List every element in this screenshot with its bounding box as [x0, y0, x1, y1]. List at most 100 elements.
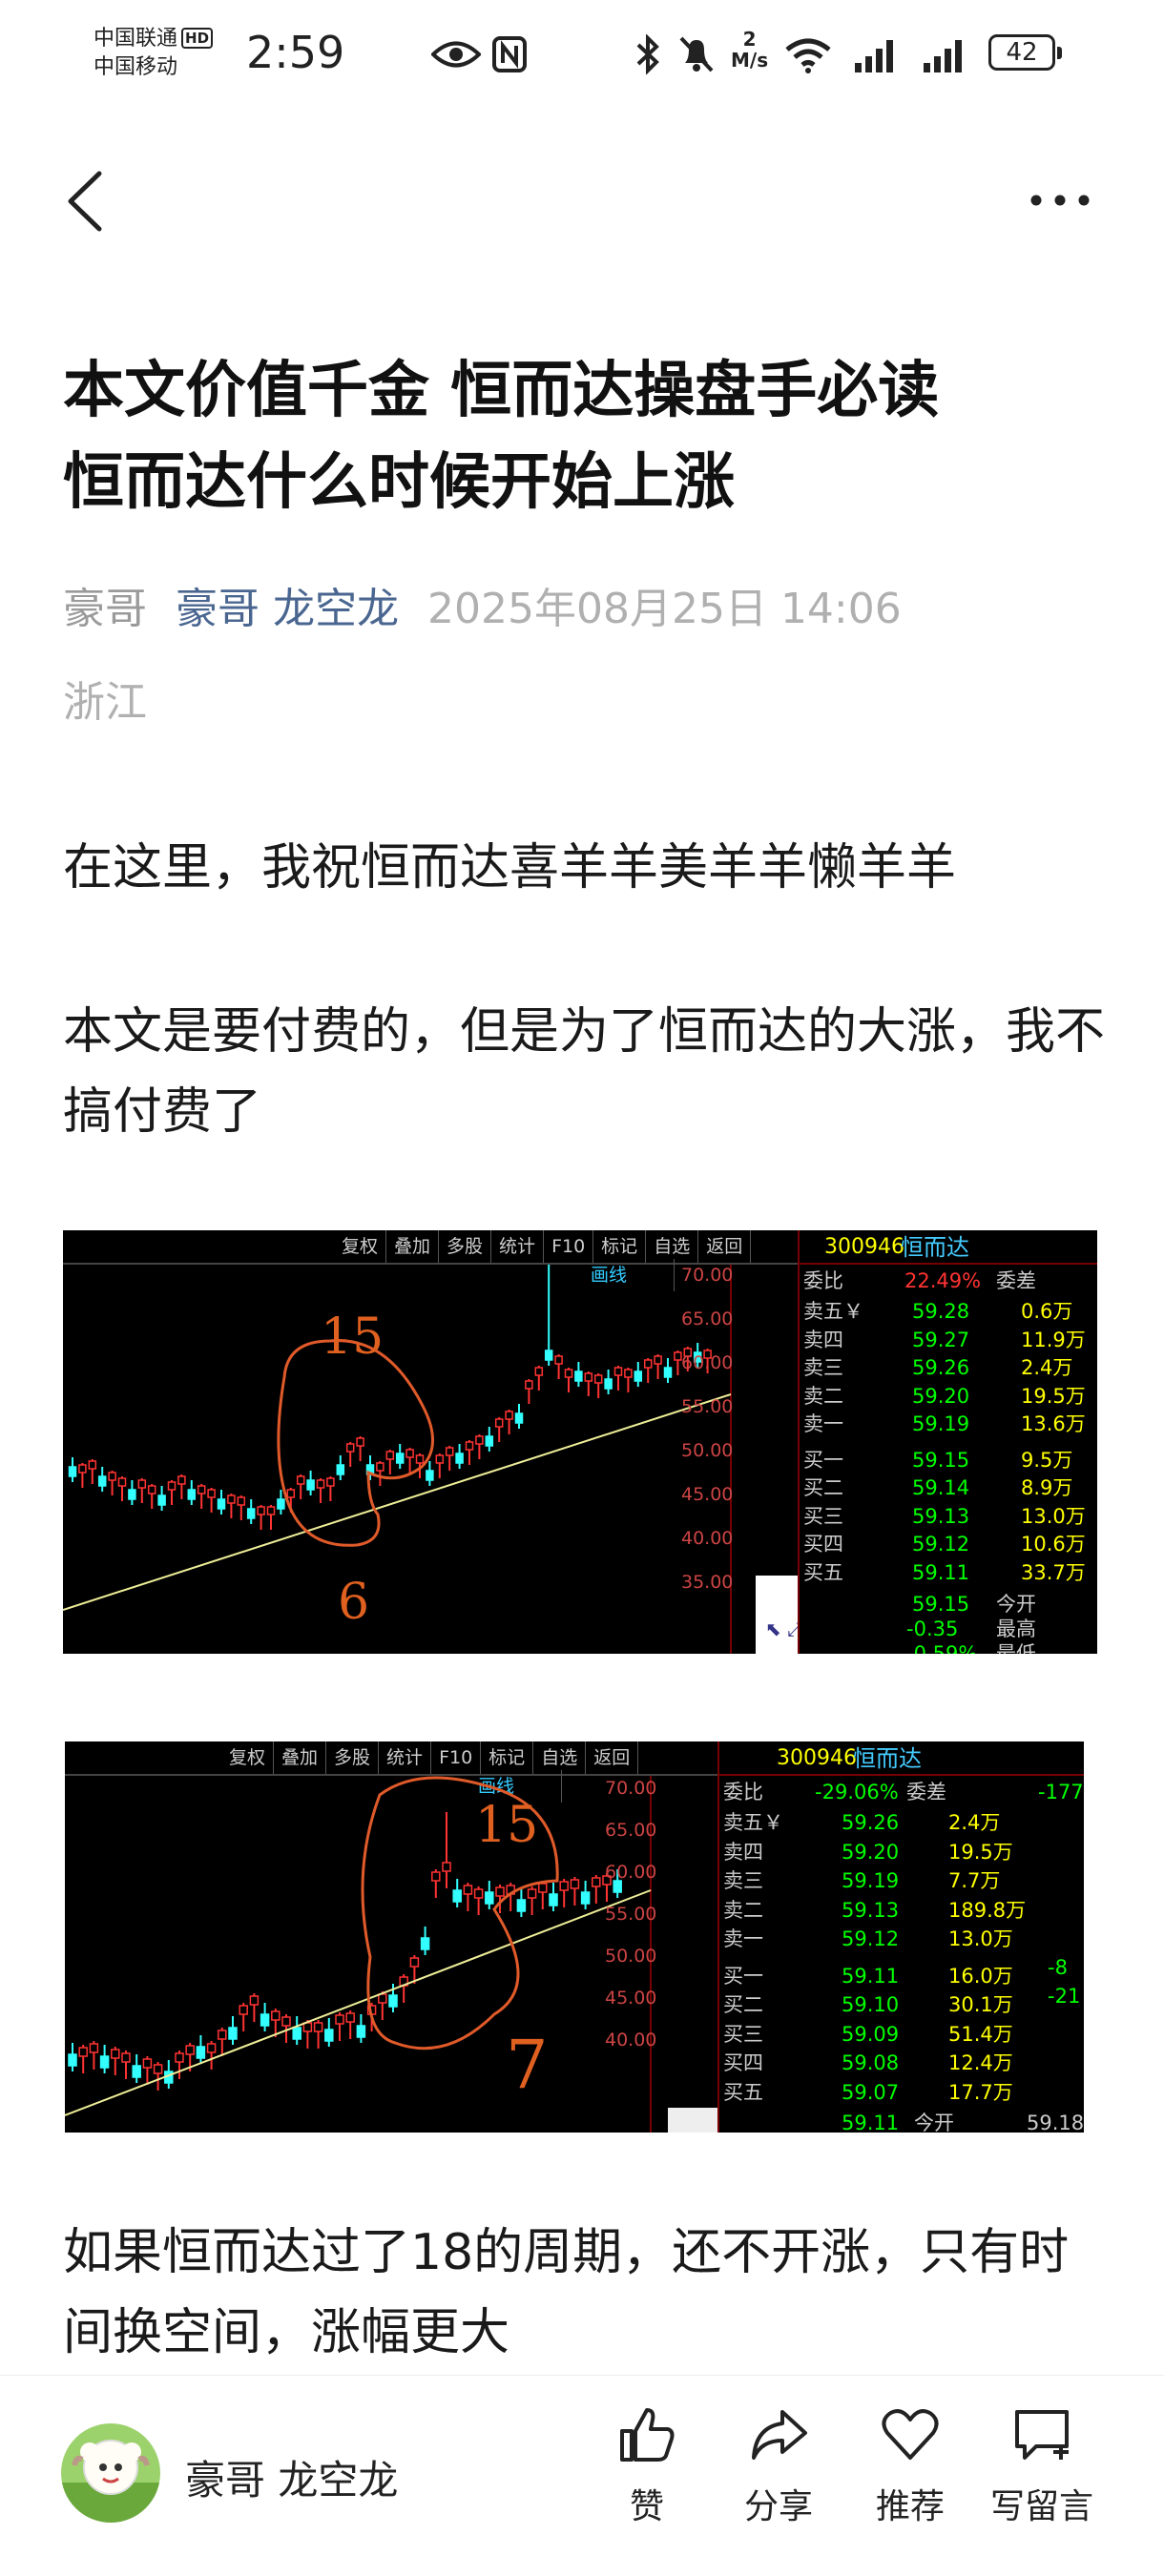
side-value: -21	[1048, 1985, 1081, 2008]
toolbar-item[interactable]: 自选	[533, 1741, 587, 1774]
author-avatar[interactable]	[61, 2423, 160, 2523]
price-axis-label: 70.00	[681, 1265, 734, 1286]
quote-vol: 13.0万	[1021, 1504, 1086, 1528]
candle-body	[207, 1489, 216, 1498]
mute-bell-icon	[679, 36, 714, 72]
paragraph-3: 如果恒而达过了18的周期，还不开涨，只有时间换空间，涨幅更大	[63, 2224, 1070, 2361]
comment-button[interactable]: 写留言	[985, 2404, 1099, 2528]
toolbar-item[interactable]: 多股	[439, 1230, 492, 1263]
candle-body	[388, 1994, 398, 2008]
stock-code: 300946	[824, 1235, 904, 1259]
candle-body	[89, 2043, 99, 2053]
share-arrow-icon	[752, 2410, 807, 2460]
quote-row: 买一 59.11 16.0万	[719, 1962, 1084, 1990]
toolbar-item[interactable]: 返回	[698, 1230, 752, 1263]
quote-vol: 17.7万	[948, 2080, 1013, 2104]
quote-price: 59.19	[842, 1869, 900, 1892]
weibi-label: 委比	[803, 1269, 843, 1292]
candle-body	[336, 1464, 345, 1475]
stock-code: 300946	[777, 1746, 857, 1770]
quote-price: 59.27	[912, 1328, 970, 1351]
candle-body	[534, 1367, 544, 1376]
eye-icon	[431, 41, 481, 68]
candle-body	[196, 2046, 206, 2059]
quote-vol: 19.5万	[1021, 1384, 1086, 1408]
candle-body	[452, 1889, 462, 1903]
toolbar-item[interactable]: 标记	[593, 1230, 647, 1263]
candle-body	[128, 1489, 136, 1500]
quote-vol: 13.6万	[1021, 1412, 1086, 1435]
quote-price: 59.15	[912, 1448, 970, 1472]
toolbar-item[interactable]: F10	[431, 1741, 482, 1774]
candle-body	[271, 2010, 281, 2021]
bottom-action-bar: 豪哥 龙空龙 赞 分享 推荐 写留言	[0, 2375, 1164, 2576]
like-button[interactable]: 赞	[590, 2404, 704, 2528]
share-button[interactable]: 分享	[721, 2404, 836, 2528]
toolbar-item[interactable]: 叠加	[274, 1741, 327, 1774]
quote-label: 买四	[803, 1533, 843, 1556]
quote-price: 59.11	[842, 1964, 900, 1988]
quote-vol: 2.4万	[1021, 1356, 1073, 1379]
toolbar-item[interactable]: 返回	[586, 1741, 639, 1774]
quote-row: 卖四 59.27 11.9万	[800, 1326, 1097, 1354]
candle-body	[306, 1479, 315, 1491]
bottom-author-name[interactable]: 豪哥 龙空龙	[185, 2448, 398, 2506]
quote-price: 59.13	[912, 1504, 970, 1528]
candle-body	[187, 1489, 197, 1500]
toolbar-item[interactable]: 叠加	[386, 1230, 440, 1263]
like-label: 赞	[629, 2487, 664, 2526]
candle-body	[68, 1466, 77, 1477]
price-axis-label: 50.00	[605, 1946, 657, 1967]
candle-body	[624, 1369, 633, 1378]
candle-body	[206, 2043, 217, 2053]
toolbar-item[interactable]: 复权	[334, 1230, 387, 1263]
toolbar-item[interactable]: 统计	[491, 1230, 545, 1263]
candle-body	[485, 1435, 494, 1447]
candle-body	[97, 1475, 107, 1487]
price-axis-label: 60.00	[605, 1862, 657, 1883]
share-label: 分享	[743, 2487, 813, 2526]
candle-body	[345, 1443, 355, 1453]
candle-body	[634, 1370, 643, 1382]
author-link[interactable]: 豪哥 龙空龙	[176, 585, 399, 633]
candle-body	[137, 1479, 147, 1489]
signal-icon-1	[855, 40, 893, 72]
candle-body	[217, 1498, 226, 1510]
quote-vol: 189.8万	[948, 1898, 1027, 1922]
price-axis-label: 65.00	[681, 1309, 734, 1329]
candle-body	[345, 2012, 355, 2023]
toolbar-item[interactable]: 多股	[326, 1741, 380, 1774]
quote-row: 买四 59.08 12.4万	[719, 2049, 1084, 2077]
quote-row: 卖一 59.19 13.6万	[800, 1410, 1097, 1438]
quote-label: 买五	[803, 1560, 843, 1584]
quote-row: 卖二 59.13 189.8万	[719, 1896, 1084, 1925]
quote-price: 59.12	[842, 1927, 900, 1950]
quote-vol: 16.0万	[948, 1964, 1013, 1988]
candle-body	[463, 1885, 473, 1895]
candle-body	[356, 1437, 364, 1447]
candle-body	[99, 2055, 110, 2069]
recommend-button[interactable]: 推荐	[853, 2404, 967, 2528]
toolbar-item[interactable]: 复权	[221, 1741, 275, 1774]
quote-vol: 19.5万	[948, 1840, 1013, 1864]
price-axis-label: 40.00	[605, 2030, 657, 2050]
side-value: -8	[1048, 1956, 1068, 1979]
speed-unit: M/s	[731, 49, 769, 72]
toolbar-item[interactable]: 自选	[646, 1230, 699, 1263]
candle-body	[485, 1891, 494, 1905]
more-options-icon[interactable]	[1027, 181, 1093, 219]
candle-body	[527, 1888, 537, 1899]
candle-body	[142, 2058, 153, 2069]
back-arrow-icon[interactable]	[57, 168, 114, 235]
candle-body	[554, 1355, 563, 1365]
quote-row: 买四 59.12 10.6万	[800, 1530, 1097, 1558]
quote-label: 卖三	[723, 1869, 763, 1892]
toolbar-item[interactable]: 统计	[379, 1741, 432, 1774]
toolbar-item[interactable]: F10	[544, 1230, 594, 1263]
candle-body	[292, 2027, 301, 2040]
candle-body	[592, 1877, 601, 1887]
quote-label: 卖四	[723, 1840, 763, 1864]
candle-body	[409, 1957, 420, 1968]
toolbar-item[interactable]: 标记	[481, 1741, 534, 1774]
title-line-1: 本文价值千金 恒而达操盘手必读	[63, 356, 940, 426]
